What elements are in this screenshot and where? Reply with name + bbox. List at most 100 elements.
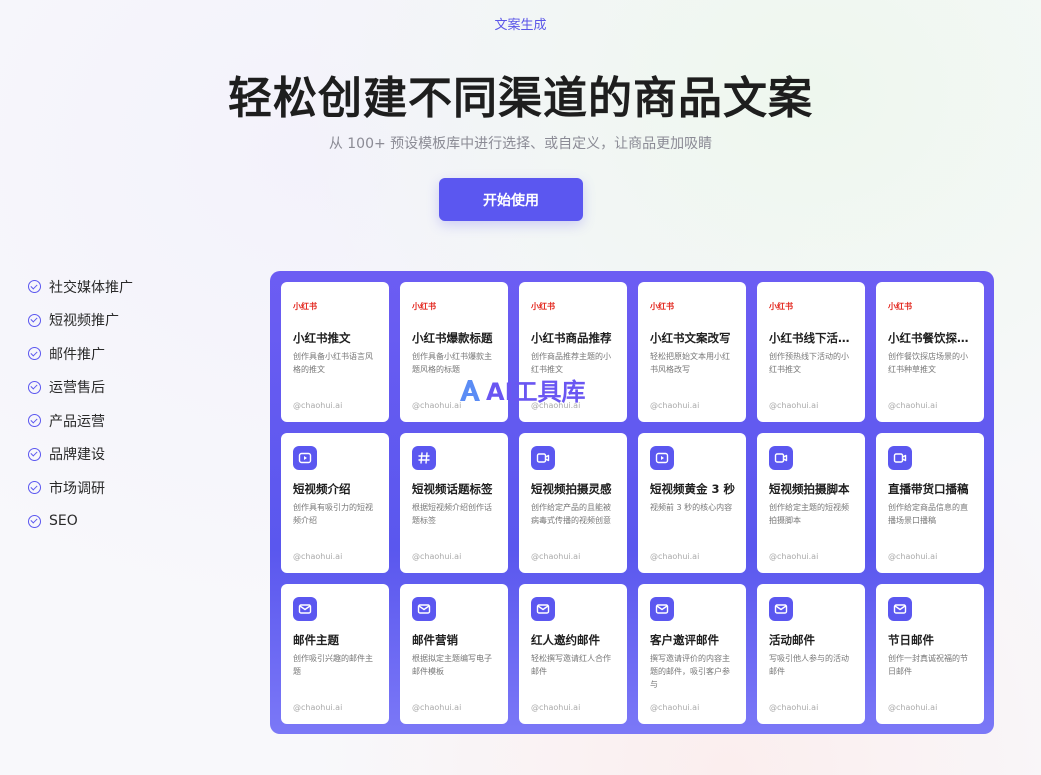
card-description: 创作预热线下活动的小红书推文	[769, 352, 849, 374]
xiaohongshu-logo-text: 小红书	[412, 302, 436, 311]
card-title: 邮件主题	[293, 633, 339, 647]
card-title: 小红书推文	[293, 331, 351, 345]
xiaohongshu-logo-text: 小红书	[531, 302, 555, 311]
template-card[interactable]: 小红书 小红书推文 创作具备小红书语言风格的推文 @chaohui.ai	[281, 282, 389, 422]
card-description: 根据短视频介绍创作话题标签	[412, 503, 492, 525]
check-circle-icon	[28, 514, 41, 528]
icon-badge	[650, 446, 674, 470]
xiaohongshu-logo-icon: 小红书	[769, 295, 793, 312]
card-title: 直播带货口播稿	[888, 482, 969, 496]
xiaohongshu-logo-icon: 小红书	[293, 295, 317, 312]
card-description: 轻松撰写邀请红人合作邮件	[531, 654, 611, 676]
mail-icon	[769, 597, 793, 621]
check-circle-icon	[28, 380, 41, 394]
category-list: 社交媒体推广短视频推广邮件推广运营售后产品运营 品牌建设 市场调研 SEO	[28, 270, 228, 538]
mail-icon	[531, 597, 555, 621]
card-description: 创作给定商品信息的直播场景口播稿	[888, 503, 968, 525]
sidebar-item[interactable]: 邮件推广	[28, 337, 228, 371]
mail-icon	[293, 597, 317, 621]
card-author: @chaohui.ai	[293, 401, 343, 410]
template-card[interactable]: 小红书 小红书爆款标题 创作具备小红书爆款主题风格的标题 @chaohui.ai	[400, 282, 508, 422]
template-card[interactable]: 邮件营销 根据拟定主题编写电子邮件模板 @chaohui.ai	[400, 584, 508, 724]
icon-badge	[531, 446, 555, 470]
card-description: 创作一封真诚祝福的节日邮件	[888, 654, 968, 676]
template-card[interactable]: 客户邀评邮件 撰写邀请评价的内容主题的邮件，吸引客户参与 @chaohui.ai	[638, 584, 746, 724]
card-description: 创作给定主题的短视频拍摄脚本	[769, 503, 849, 525]
xiaohongshu-logo-icon: 小红书	[888, 295, 912, 312]
template-card[interactable]: 邮件主题 创作吸引兴趣的邮件主题 @chaohui.ai	[281, 584, 389, 724]
sidebar-item[interactable]: 市场调研	[28, 471, 228, 505]
card-author: @chaohui.ai	[650, 552, 700, 561]
sidebar-item-label: SEO	[49, 513, 78, 530]
template-card[interactable]: 短视频话题标签 根据短视频介绍创作话题标签 @chaohui.ai	[400, 433, 508, 573]
page-title: 轻松创建不同渠道的商品文案	[228, 73, 813, 124]
xiaohongshu-logo-text: 小红书	[293, 302, 317, 311]
icon-badge	[531, 597, 555, 621]
card-author: @chaohui.ai	[650, 401, 700, 410]
template-card[interactable]: 短视频拍摄灵感 创作给定产品的且能被病毒式传播的视频创意 @chaohui.ai	[519, 433, 627, 573]
card-description: 创作商品推荐主题的小红书推文	[531, 352, 611, 374]
card-title: 客户邀评邮件	[650, 633, 719, 647]
card-description: 创作给定产品的且能被病毒式传播的视频创意	[531, 503, 611, 525]
card-title: 小红书线下活动...	[769, 331, 857, 345]
xiaohongshu-logo-text: 小红书	[769, 302, 793, 311]
template-card[interactable]: 短视频拍摄脚本 创作给定主题的短视频拍摄脚本 @chaohui.ai	[757, 433, 865, 573]
sidebar-item[interactable]: 运营售后	[28, 371, 228, 405]
mail-icon	[888, 597, 912, 621]
check-circle-icon	[28, 347, 41, 361]
check-circle-icon	[28, 280, 41, 294]
card-description: 写吸引他人参与的活动邮件	[769, 654, 849, 676]
card-author: @chaohui.ai	[888, 703, 938, 712]
icon-badge	[650, 597, 674, 621]
check-circle-icon	[28, 313, 41, 327]
sidebar-item[interactable]: 社交媒体推广	[28, 270, 228, 304]
play-icon	[293, 446, 317, 470]
template-card[interactable]: 小红书小红书商品推荐创作商品推荐主题的小红书推文 @chaohui.ai	[519, 282, 627, 422]
card-description: 轻松把原始文本用小红书风格改写	[650, 352, 730, 374]
template-card[interactable]: 小红书小红书文案改写轻松把原始文本用小红书风格改写 @chaohui.ai	[638, 282, 746, 422]
card-title: 活动邮件	[769, 633, 815, 647]
icon-badge	[888, 446, 912, 470]
page-subtitle: 从 100+ 预设模板库中进行选择、或自定义，让商品更加吸睛	[328, 136, 713, 152]
sidebar-item-label: 短视频推广	[49, 313, 119, 330]
start-button[interactable]: 开始使用	[439, 178, 583, 221]
card-author: @chaohui.ai	[293, 703, 343, 712]
icon-badge	[412, 597, 436, 621]
template-card[interactable]: 小红书 小红书餐饮探店... 创作餐饮探店场景的小红书种草推文 @chaohui.ai	[876, 282, 984, 422]
card-author: @chaohui.ai	[888, 401, 938, 410]
card-author: @chaohui.ai	[531, 401, 581, 410]
sidebar-item[interactable]: SEO	[28, 505, 228, 539]
play-icon	[650, 446, 674, 470]
check-circle-icon	[28, 481, 41, 495]
card-author: @chaohui.ai	[531, 703, 581, 712]
xiaohongshu-logo-icon: 小红书	[531, 295, 555, 312]
template-card[interactable]: 短视频介绍 创作具有吸引力的短视频介绍 @chaohui.ai	[281, 433, 389, 573]
card-author: @chaohui.ai	[650, 703, 700, 712]
card-description: 创作餐饮探店场景的小红书种草推文	[888, 352, 968, 374]
video-camera-icon	[769, 446, 793, 470]
template-card[interactable]: 节日邮件创作一封真诚祝福的节日邮件 @chaohui.ai	[876, 584, 984, 724]
card-author: @chaohui.ai	[412, 703, 462, 712]
check-circle-icon	[28, 447, 41, 461]
template-card[interactable]: 活动邮件 写吸引他人参与的活动邮件 @chaohui.ai	[757, 584, 865, 724]
card-description: 创作具有吸引力的短视频介绍	[293, 503, 373, 525]
sidebar-item[interactable]: 短视频推广	[28, 304, 228, 338]
template-card[interactable]: 红人邀约邮件轻松撰写邀请红人合作邮件 @chaohui.ai	[519, 584, 627, 724]
card-title: 节日邮件	[888, 633, 934, 647]
sidebar-item[interactable]: 品牌建设	[28, 438, 228, 472]
card-title: 小红书文案改写	[650, 331, 731, 345]
template-card[interactable]: 小红书 小红书线下活动... 创作预热线下活动的小红书推文 @chaohui.ai	[757, 282, 865, 422]
xiaohongshu-logo-text: 小红书	[650, 302, 674, 311]
video-camera-icon	[531, 446, 555, 470]
xiaohongshu-logo-text: 小红书	[888, 302, 912, 311]
sidebar-item[interactable]: 产品运营	[28, 404, 228, 438]
card-title: 红人邀约邮件	[531, 633, 600, 647]
hashtag-icon	[412, 446, 436, 470]
card-title: 小红书商品推荐	[531, 331, 612, 345]
template-card[interactable]: 直播带货口播稿 创作给定商品信息的直播场景口播稿 @chaohui.ai	[876, 433, 984, 573]
sidebar-item-label: 运营售后	[49, 380, 105, 397]
card-description: 创作具备小红书爆款主题风格的标题	[412, 352, 492, 374]
icon-badge	[769, 597, 793, 621]
template-card[interactable]: 短视频黄金 3 秒视频前 3 秒的核心内容 @chaohui.ai	[638, 433, 746, 573]
card-author: @chaohui.ai	[412, 401, 462, 410]
